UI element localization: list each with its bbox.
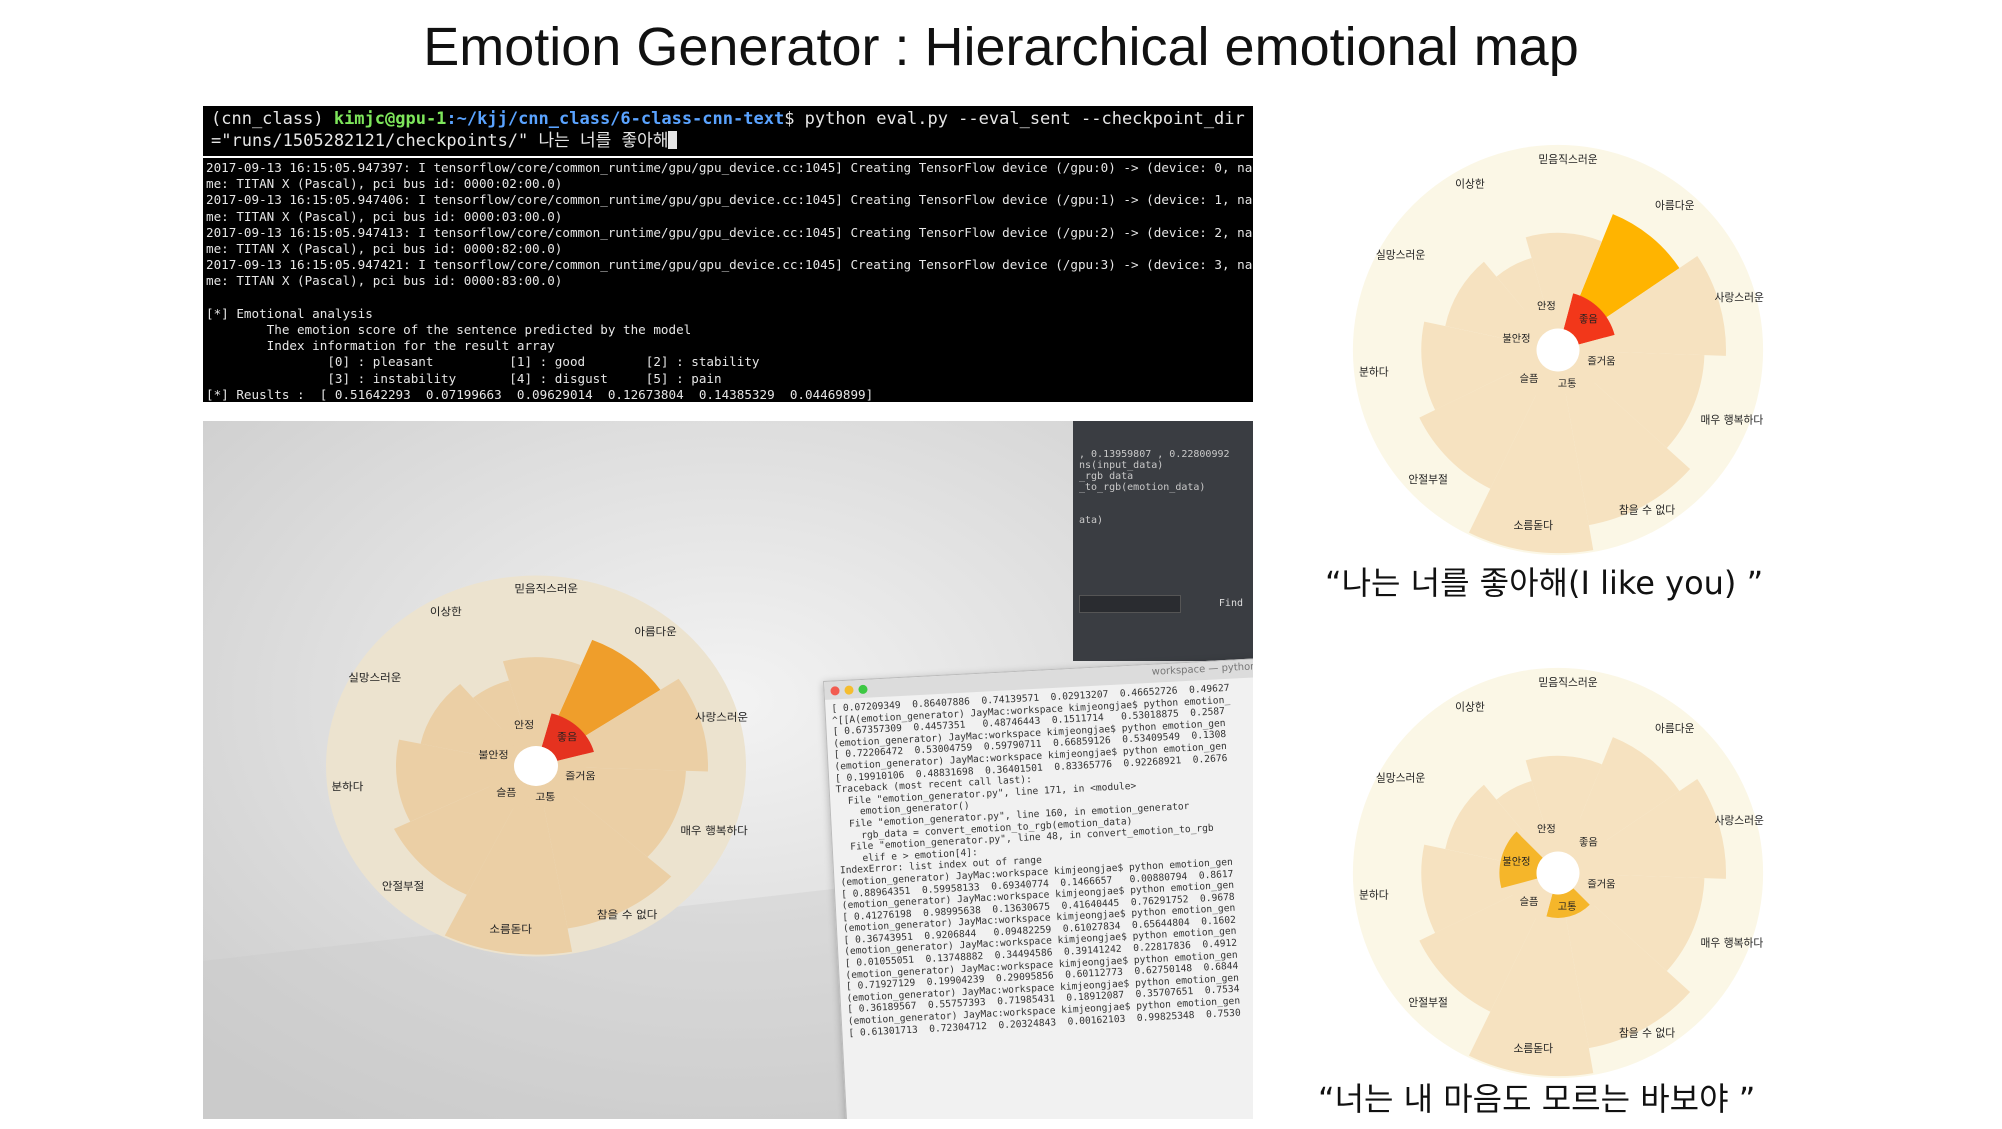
- map1-inner-label-고통: 고통: [1558, 378, 1577, 390]
- terminal-command-cont: ="runs/1505282121/checkpoints/" 나는 너를 좋아…: [211, 131, 669, 151]
- page-title: Emotion Generator : Hierarchical emotion…: [423, 17, 1579, 77]
- terminal-log-line: [*] Reuslts : [ 0.51642293 0.07199663 0.…: [206, 386, 874, 402]
- photo-map-outer-label-소름돋다: 소름돋다: [489, 923, 531, 935]
- map2-inner-label-고통: 고통: [1558, 901, 1577, 913]
- map2-inner-label-슬픔: 슬픔: [1520, 896, 1539, 908]
- map2-outer-label-분하다: 분하다: [1359, 889, 1389, 902]
- zoom-dot-icon: [858, 684, 868, 695]
- map1-outer-label-매우-행복하다: 매우 행복하다: [1701, 413, 1764, 426]
- terminal-log-line: [*] Emotional analysis: [206, 305, 373, 321]
- photo-map-outer-label-안절부절: 안절부절: [382, 880, 424, 892]
- photo-map-inner-label-좋음: 좋음: [557, 732, 578, 743]
- map2-outer-label-아름다운: 아름다운: [1655, 722, 1695, 735]
- map2-outer-label-참을-수-없다: 참을 수 없다: [1619, 1027, 1675, 1040]
- caption-like-you: “나는 너를 좋아해(I like you) ”: [1325, 564, 1764, 602]
- terminal-log-line: me: TITAN X (Pascal), pci bus id: 0000:0…: [206, 208, 563, 224]
- map1-outer-label-분하다: 분하다: [1359, 366, 1389, 379]
- map1-outer-label-참을-수-없다: 참을 수 없다: [1619, 504, 1675, 517]
- map2-outer-label-실망스러운: 실망스러운: [1376, 771, 1426, 784]
- terminal-env: (cnn_class): [211, 109, 334, 129]
- map2-inner-label-불안정: 불안정: [1502, 856, 1530, 868]
- photo-map-inner-label-불안정: 불안정: [478, 750, 508, 761]
- terminal-user: kimjc@gpu-1: [333, 109, 447, 129]
- map1-outer-label-아름다운: 아름다운: [1655, 199, 1695, 212]
- map1-outer-label-사랑스러운: 사랑스러운: [1715, 291, 1765, 304]
- emotion-map-like-you: 아름다운사랑스러운매우 행복하다참을 수 없다소름돋다 안절부절 분하다 실망스러운 이…: [1352, 144, 1765, 556]
- terminal-log-line: 2017-09-13 16:15:05.947397: I tensorflow…: [206, 160, 1253, 175]
- photo-map-inner-label-즐거움: 즐거움: [565, 771, 596, 782]
- map1-inner-label-슬픔: 슬픔: [1520, 373, 1539, 385]
- photo-map-inner-label-슬픔: 슬픔: [496, 787, 517, 798]
- map1-center-hole: [1536, 328, 1580, 372]
- photo-editor-window: , 0.13959807 , 0.22800992 ns(input_data) _…: [1073, 421, 1253, 661]
- find-button: Find: [1218, 598, 1243, 609]
- map1-outer-label-안절부절: 안절부절: [1408, 473, 1448, 486]
- editor-line: , 0.13959807 , 0.22800992: [1079, 449, 1230, 460]
- terminal-log-line: [3] : instability [4] : disgust [5] : pa…: [206, 370, 722, 386]
- terminal-log-line: [0] : pleasant [1] : good [2] : stabilit…: [206, 354, 760, 370]
- map2-inner-label-좋음: 좋음: [1579, 837, 1598, 849]
- minimize-dot-icon: [844, 685, 854, 695]
- terminal-log-line: me: TITAN X (Pascal), pci bus id: 0000:0…: [206, 176, 563, 192]
- editor-line: _to_rgb(emotion_data): [1079, 482, 1206, 493]
- photo-map-outer-label-실망스러운: 실망스러운: [348, 672, 401, 684]
- map1-inner-label-불안정: 불안정: [1502, 333, 1530, 345]
- map2-outer-label-매우-행복하다: 매우 행복하다: [1701, 936, 1764, 949]
- editor-line: _rgb data: [1079, 471, 1134, 482]
- terminal-log-line: me: TITAN X (Pascal), pci bus id: 0000:8…: [206, 273, 563, 289]
- map2-outer-label-믿음직스러운: 믿음직스러운: [1538, 676, 1597, 689]
- map2-inner-label-안정: 안정: [1537, 824, 1556, 836]
- terminal-path: :~/kjj/cnn_class/6-class-cnn-text: [446, 109, 785, 129]
- close-dot-icon: [830, 686, 840, 696]
- map1-inner-label-좋음: 좋음: [1579, 314, 1598, 326]
- map1-outer-label-이상한: 이상한: [1455, 177, 1485, 190]
- photo-map-outer-label-분하다: 분하다: [331, 779, 363, 792]
- map1-inner-label-안정: 안정: [1537, 301, 1556, 313]
- map2-outer-label-안절부절: 안절부절: [1408, 996, 1448, 1009]
- map2-inner-label-즐거움: 즐거움: [1587, 879, 1615, 891]
- photo-map-outer-label-매우-행복하다: 매우 행복하다: [680, 824, 747, 837]
- editor-line: ata): [1079, 515, 1104, 526]
- emotion-map-fool: 아름다운사랑스러운매우 행복하다참을 수 없다소름돋다 안절부절 분하다 실망스러운 이…: [1352, 667, 1765, 1079]
- photo-map-outer-label-아름다운: 아름다운: [634, 625, 676, 637]
- photo-map-center-hole: [514, 746, 558, 786]
- map2-outer-label-이상한: 이상한: [1455, 700, 1485, 713]
- map2-outer-label-사랑스러운: 사랑스러운: [1715, 814, 1765, 827]
- find-input: [1079, 595, 1181, 613]
- caption-fool: “너는 내 마음도 모르는 바보야 ”: [1318, 1080, 1756, 1118]
- photo-emotion-map: 아름다운사랑스러운매우 행복하다참을 수 없다소름돋다 안절부절 분하다 실망스러운 이…: [326, 575, 748, 957]
- map1-inner-label-즐거움: 즐거움: [1587, 356, 1615, 368]
- terminal-log-line: 2017-09-13 16:15:05.947413: I tensorflow…: [206, 224, 1253, 240]
- terminal-command[interactable]: (cnn_class) kimjc@gpu-1:~/kjj/cnn_class/…: [203, 106, 1253, 156]
- terminal-log-line: 2017-09-13 16:15:05.947406: I tensorflow…: [206, 192, 1253, 208]
- terminal-log-line: me: TITAN X (Pascal), pci bus id: 0000:8…: [206, 241, 563, 257]
- photo-map-outer-label-믿음직스러운: 믿음직스러운: [514, 583, 578, 595]
- map1-outer-label-소름돋다: 소름돋다: [1514, 519, 1554, 532]
- terminal-window-title: workspace — python e: [1151, 661, 1253, 678]
- editor-line: ns(input_data): [1079, 460, 1164, 471]
- terminal-log-line: The emotion score of the sentence predic…: [206, 322, 692, 338]
- terminal-log-line: [206, 290, 1250, 306]
- terminal-log-line: Index information for the result array: [206, 338, 555, 354]
- photo-terminal-window: workspace — python e [ 0.07209349 0.8640…: [823, 657, 1253, 1119]
- photo-map-inner-label-안정: 안정: [514, 720, 534, 731]
- map1-outer-label-믿음직스러운: 믿음직스러운: [1538, 153, 1597, 166]
- map2-center-hole: [1536, 851, 1580, 895]
- photo-of-screen: , 0.13959807 , 0.22800992 ns(input_data) _…: [203, 421, 1253, 1119]
- photo-map-inner-label-고통: 고통: [535, 792, 556, 803]
- photo-map-outer-label-이상한: 이상한: [430, 606, 462, 618]
- terminal-cursor: [668, 131, 678, 149]
- terminal-command-text: $ python eval.py --eval_sent --checkpoin…: [784, 109, 1245, 129]
- map1-outer-label-실망스러운: 실망스러운: [1376, 248, 1426, 261]
- editor-text: , 0.13959807 , 0.22800992 ns(input_data) _…: [1079, 449, 1247, 526]
- terminal-output: 2017-09-13 16:15:05.947397: I tensorflow…: [203, 158, 1253, 402]
- terminal-window-text: [ 0.07209349 0.86407886 0.74139571 0.029…: [825, 676, 1253, 1043]
- photo-map-outer-label-사랑스러운: 사랑스러운: [695, 711, 748, 723]
- map2-outer-label-소름돋다: 소름돋다: [1514, 1042, 1554, 1055]
- photo-map-outer-label-참을-수-없다: 참을 수 없다: [597, 908, 657, 920]
- terminal-log-line: 2017-09-13 16:15:05.947421: I tensorflow…: [206, 257, 1253, 273]
